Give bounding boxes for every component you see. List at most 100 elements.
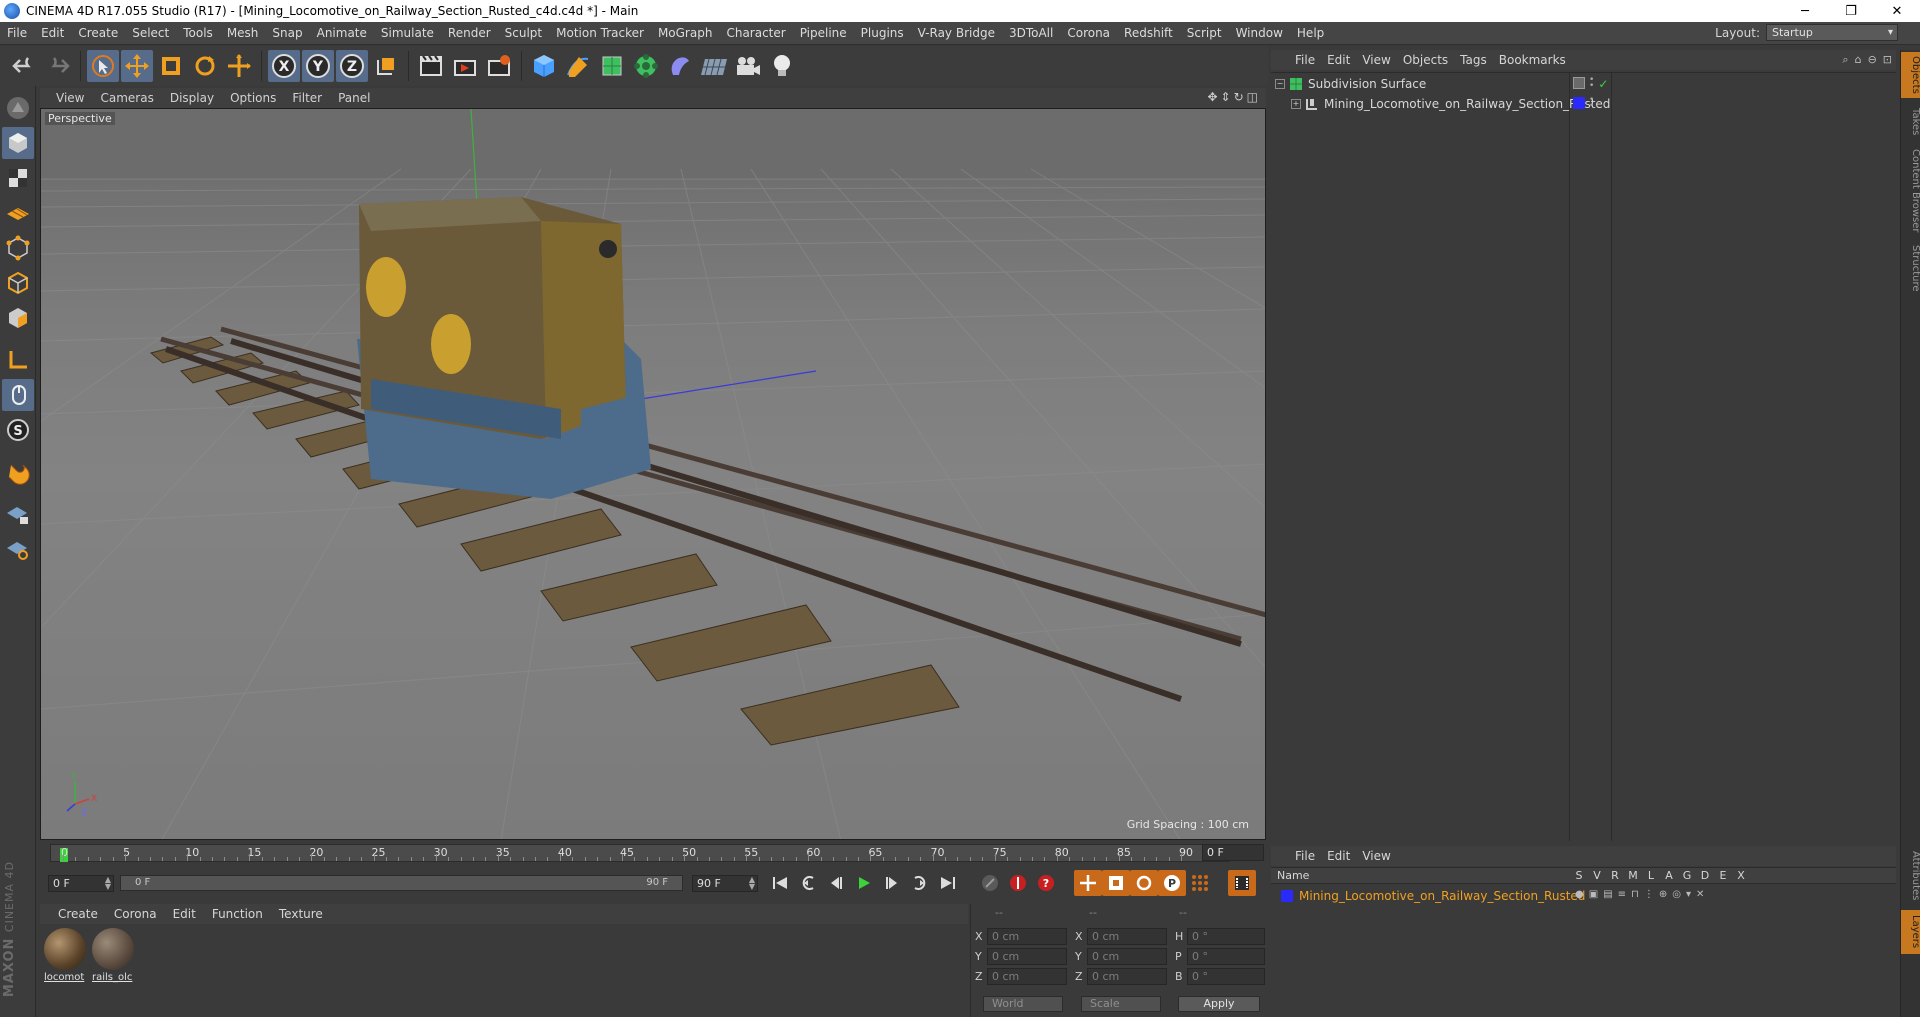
previous-frame-icon[interactable] (822, 870, 850, 896)
size-x-field[interactable]: 0 cm (1087, 928, 1167, 945)
spinner-icon[interactable]: ▲ ▼ (105, 876, 111, 891)
subdivision-surface-icon[interactable] (596, 50, 628, 82)
move-tool-icon[interactable] (121, 50, 153, 82)
scale-tool-icon[interactable] (155, 50, 187, 82)
cube-primitive-icon[interactable] (528, 50, 560, 82)
layer-col-solo[interactable]: S (1571, 869, 1587, 882)
next-frame-icon[interactable] (878, 870, 906, 896)
solo-mode-icon[interactable]: S (2, 414, 34, 446)
generator-flag-icon[interactable]: ⊕ (1659, 889, 1667, 900)
timeline-window-icon[interactable] (1228, 870, 1256, 896)
viewport-menu-filter[interactable]: Filter (284, 91, 330, 105)
material-menu-texture[interactable]: Texture (271, 907, 331, 921)
layer-col-manager[interactable]: M (1625, 869, 1641, 882)
workplane-mode-icon[interactable] (2, 197, 34, 229)
tab-content-browser[interactable]: Content Browser (1901, 146, 1920, 236)
layer-menu-file[interactable]: File (1289, 849, 1321, 863)
key-parameter-icon[interactable]: P (1158, 870, 1186, 896)
undo-icon[interactable] (8, 50, 40, 82)
key-rotation-icon[interactable] (1130, 870, 1158, 896)
workplane-lock-icon[interactable] (2, 498, 34, 530)
visibility-dots-icon[interactable]: • • (1589, 76, 1594, 91)
key-point-level-icon[interactable] (1186, 870, 1214, 896)
edges-mode-icon[interactable] (2, 267, 34, 299)
menu-render[interactable]: Render (441, 22, 498, 45)
layer-col-generators[interactable]: G (1679, 869, 1695, 882)
tab-structure[interactable]: Structure (1901, 240, 1920, 296)
close-button[interactable]: ✕ (1874, 0, 1920, 22)
live-selection-icon[interactable] (87, 50, 119, 82)
menu-help[interactable]: Help (1290, 22, 1331, 45)
menu-snap[interactable]: Snap (265, 22, 309, 45)
rotate-tool-icon[interactable] (189, 50, 221, 82)
solo-flag-icon[interactable]: ● (1575, 889, 1584, 900)
view-flag-icon[interactable]: ▣ (1589, 889, 1598, 900)
menu-select[interactable]: Select (125, 22, 176, 45)
render-flag-icon[interactable]: ▤ (1603, 889, 1612, 900)
play-forward-icon[interactable] (850, 870, 878, 896)
object-row[interactable]: + Mining_Locomotive_on_Railway_Section_R… (1291, 95, 1610, 113)
menu-window[interactable]: Window (1229, 22, 1290, 45)
layer-color-box[interactable] (1281, 890, 1293, 902)
layer-row[interactable]: Mining_Locomotive_on_Railway_Section_Rus… (1281, 888, 1585, 904)
menu-edit[interactable]: Edit (34, 22, 71, 45)
y-axis-icon[interactable]: Y (302, 50, 334, 82)
render-picture-viewer-icon[interactable] (449, 50, 481, 82)
menu-motion-tracker[interactable]: Motion Tracker (549, 22, 651, 45)
layer-menu-edit[interactable]: Edit (1321, 849, 1356, 863)
menu-corona[interactable]: Corona (1060, 22, 1117, 45)
layer-col-render[interactable]: R (1607, 869, 1623, 882)
tab-objects[interactable]: Objects (1901, 52, 1920, 98)
coordinate-space-select[interactable]: World (983, 996, 1063, 1012)
tab-layers[interactable]: Layers (1901, 910, 1920, 954)
viewport-menu-panel[interactable]: Panel (330, 91, 378, 105)
object-row[interactable]: − Subdivision Surface (1275, 75, 1426, 93)
render-settings-icon[interactable] (483, 50, 515, 82)
object-menu-tags[interactable]: Tags (1454, 53, 1493, 67)
menu-redshift[interactable]: Redshift (1117, 22, 1180, 45)
menu-animate[interactable]: Animate (310, 22, 374, 45)
object-menu-file[interactable]: File (1289, 53, 1321, 67)
object-menu-edit[interactable]: Edit (1321, 53, 1356, 67)
model-mode-icon[interactable] (2, 127, 34, 159)
expand-icon[interactable]: + (1291, 99, 1301, 109)
viewport-menu-cameras[interactable]: Cameras (92, 91, 161, 105)
tweak-mode-icon[interactable] (2, 379, 34, 411)
enabled-check-icon[interactable]: ✓ (1598, 77, 1608, 91)
redo-icon[interactable] (42, 50, 74, 82)
object-menu-bookmarks[interactable]: Bookmarks (1493, 53, 1572, 67)
snap-magnet-icon[interactable] (2, 456, 34, 488)
xref-flag-icon[interactable]: ✕ (1696, 889, 1704, 900)
deformer-flag-icon[interactable]: ◎ (1672, 889, 1681, 900)
layer-col-view[interactable]: V (1589, 869, 1605, 882)
layer-color-box[interactable] (1573, 97, 1585, 109)
link-icon[interactable]: ⊖ (1868, 53, 1877, 67)
layer-col-deformers[interactable]: D (1697, 869, 1713, 882)
motion-record-icon[interactable] (976, 870, 1004, 896)
position-z-field[interactable]: 0 cm (987, 968, 1067, 985)
expand-panel-icon[interactable]: ⊡ (1883, 53, 1892, 67)
next-keyframe-icon[interactable] (906, 870, 934, 896)
rotation-b-field[interactable]: 0 ° (1187, 968, 1265, 985)
key-position-icon[interactable] (1074, 870, 1102, 896)
z-axis-icon[interactable]: Z (336, 50, 368, 82)
menu-tools[interactable]: Tools (176, 22, 220, 45)
size-y-field[interactable]: 0 cm (1087, 948, 1167, 965)
size-mode-select[interactable]: Scale (1081, 996, 1161, 1012)
key-scale-icon[interactable] (1102, 870, 1130, 896)
current-frame-field[interactable]: 0 F (1202, 844, 1264, 861)
animation-flag-icon[interactable]: ⋮ (1644, 889, 1654, 900)
layer-col-animation[interactable]: A (1661, 869, 1677, 882)
layer-col-xref[interactable]: X (1733, 869, 1749, 882)
pan-view-icon[interactable]: ✥ (1207, 90, 1217, 104)
maximize-button[interactable]: ❐ (1828, 0, 1874, 22)
toggle-view-icon[interactable]: ◫ (1247, 90, 1258, 104)
menu-vray-bridge[interactable]: V-Ray Bridge (911, 22, 1002, 45)
points-mode-icon[interactable] (2, 232, 34, 264)
minimize-button[interactable]: ─ (1782, 0, 1828, 22)
cloner-icon[interactable] (630, 50, 662, 82)
material-menu-function[interactable]: Function (204, 907, 271, 921)
material-menu-create[interactable]: Create (50, 907, 106, 921)
light-icon[interactable] (766, 50, 798, 82)
home-icon[interactable]: ⌂ (1855, 53, 1862, 67)
